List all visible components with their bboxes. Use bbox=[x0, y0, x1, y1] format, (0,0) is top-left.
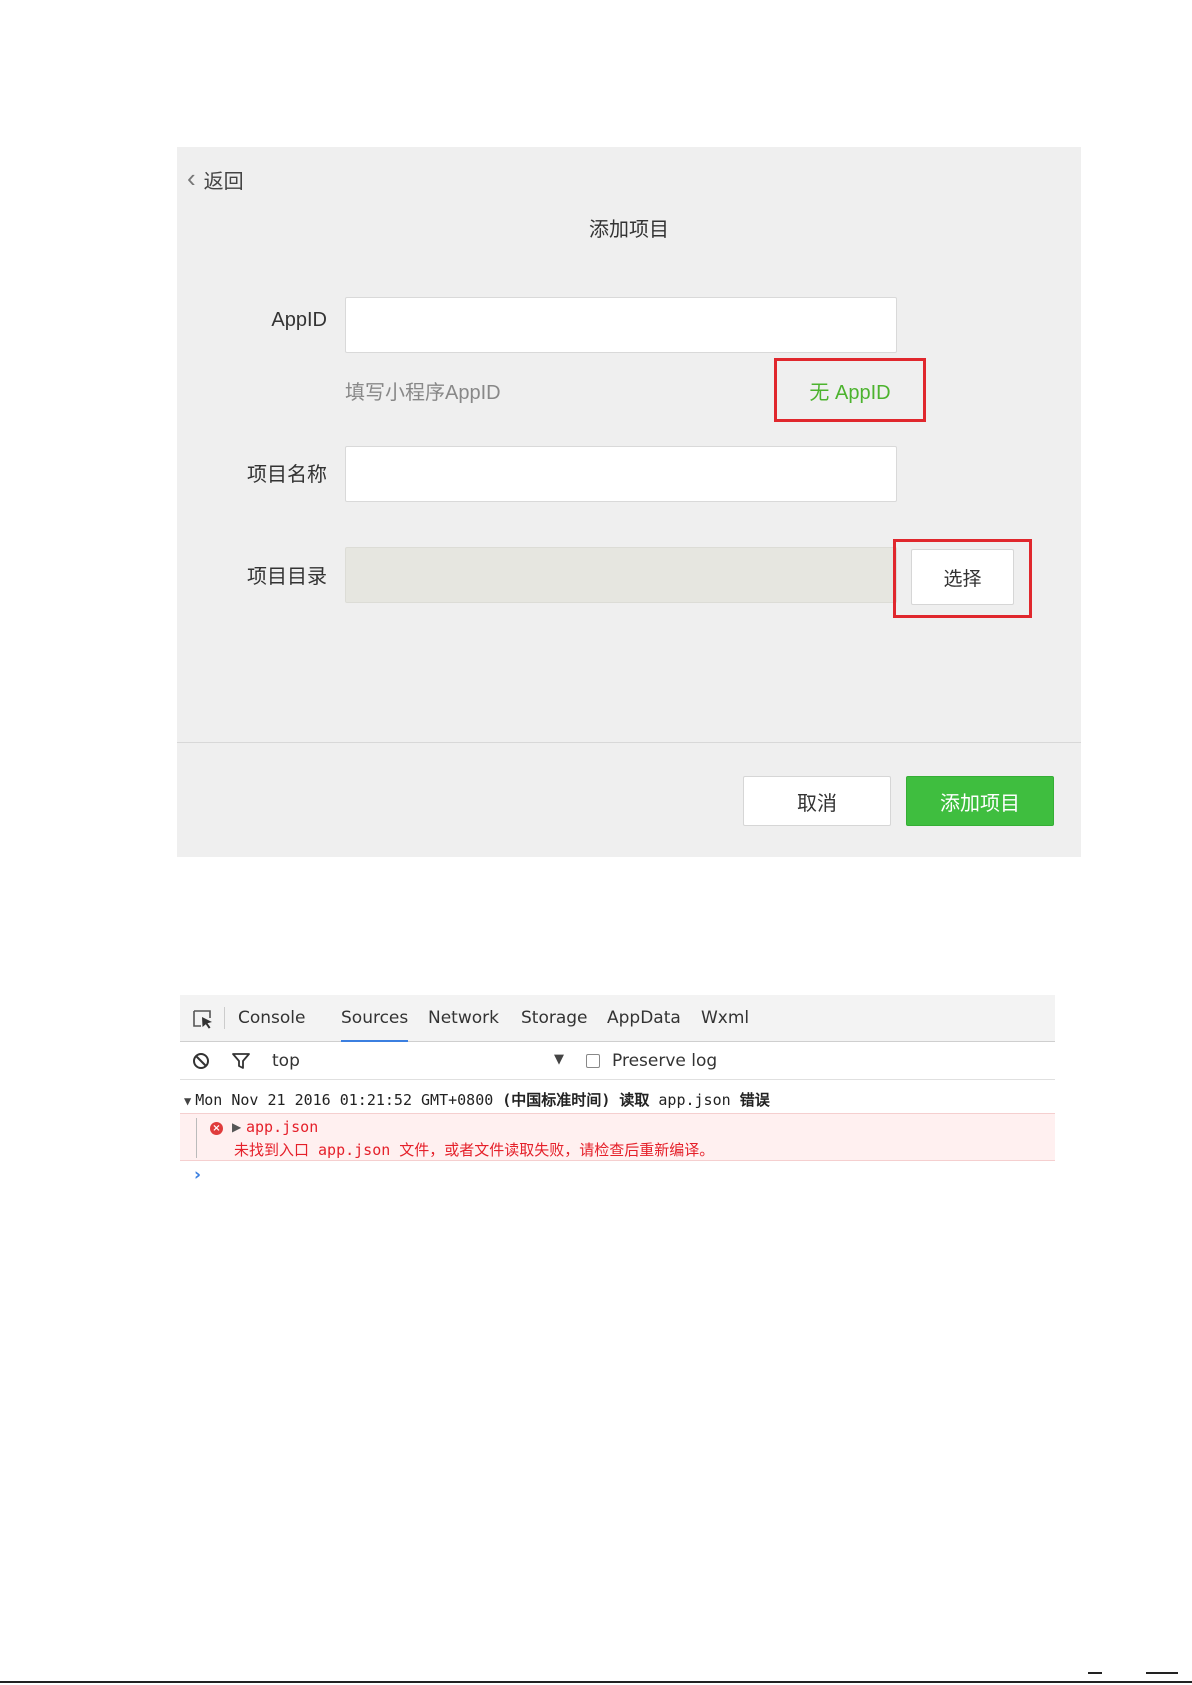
group-rail bbox=[196, 1118, 197, 1158]
error-source-file[interactable]: app.json bbox=[246, 1118, 318, 1136]
tab-storage[interactable]: Storage bbox=[521, 1008, 588, 1042]
project-name-label: 项目名称 bbox=[247, 464, 327, 486]
console-prompt[interactable]: › bbox=[194, 1165, 201, 1185]
page-corner-mark bbox=[1088, 1672, 1102, 1674]
appid-label: AppID bbox=[271, 309, 327, 331]
appid-hint: 填写小程序AppID bbox=[345, 382, 501, 404]
no-appid-link[interactable]: 无 AppID bbox=[774, 358, 926, 422]
error-message-text: 未找到入口 app.json 文件，或者文件读取失败，请检查后重新编译。 bbox=[234, 1141, 715, 1159]
project-name-input[interactable] bbox=[345, 446, 897, 502]
console-filterbar: top ▼ Preserve log bbox=[180, 1043, 1055, 1080]
appid-input[interactable] bbox=[345, 297, 897, 353]
tab-sources[interactable]: Sources bbox=[341, 1008, 409, 1042]
chevron-left-icon: ‹ bbox=[187, 163, 196, 193]
add-project-dialog: ‹ 返回 添加项目 AppID 填写小程序AppID 无 AppID 项目名称 … bbox=[177, 147, 1081, 857]
dropdown-arrow-icon[interactable]: ▼ bbox=[554, 1052, 564, 1067]
error-message-row: × ▶ app.json 未找到入口 app.json 文件，或者文件读取失败，… bbox=[180, 1113, 1055, 1161]
project-dir-label: 项目目录 bbox=[247, 566, 327, 588]
log-group-header[interactable]: ▼ Mon Nov 21 2016 01:21:52 GMT+0800 (中国标准… bbox=[184, 1089, 770, 1110]
page-bottom-rule bbox=[0, 1681, 1192, 1683]
tab-wxml[interactable]: Wxml bbox=[701, 1008, 749, 1042]
devtools-tabbar: Console Sources Network Storage AppData … bbox=[180, 995, 1055, 1042]
add-project-button[interactable]: 添加项目 bbox=[906, 776, 1054, 826]
error-icon: × bbox=[210, 1122, 223, 1135]
footer-divider bbox=[177, 742, 1081, 743]
back-label: 返回 bbox=[203, 171, 244, 193]
context-select[interactable]: top bbox=[272, 1051, 300, 1071]
preserve-log-checkbox[interactable] bbox=[586, 1054, 600, 1068]
clear-console-icon[interactable] bbox=[192, 1052, 210, 1070]
cancel-button[interactable]: 取消 bbox=[743, 776, 891, 826]
tab-appdata[interactable]: AppData bbox=[607, 1008, 681, 1042]
tab-network[interactable]: Network bbox=[428, 1008, 499, 1042]
filter-icon[interactable] bbox=[232, 1052, 250, 1070]
expand-triangle-icon[interactable]: ▼ bbox=[184, 1094, 191, 1108]
tab-console[interactable]: Console bbox=[238, 1008, 306, 1042]
dialog-title: 添加项目 bbox=[589, 219, 669, 241]
inspect-element-icon[interactable] bbox=[192, 1009, 214, 1029]
tab-separator bbox=[224, 1007, 225, 1029]
back-button[interactable]: ‹ 返回 bbox=[187, 165, 244, 194]
devtools-panel: Console Sources Network Storage AppData … bbox=[180, 995, 1055, 1195]
page-corner-mark bbox=[1146, 1672, 1178, 1674]
project-dir-input[interactable] bbox=[345, 547, 897, 603]
preserve-log-label: Preserve log bbox=[612, 1051, 718, 1071]
choose-directory-button[interactable]: 选择 bbox=[911, 549, 1014, 605]
expand-triangle-icon[interactable]: ▶ bbox=[232, 1120, 241, 1134]
